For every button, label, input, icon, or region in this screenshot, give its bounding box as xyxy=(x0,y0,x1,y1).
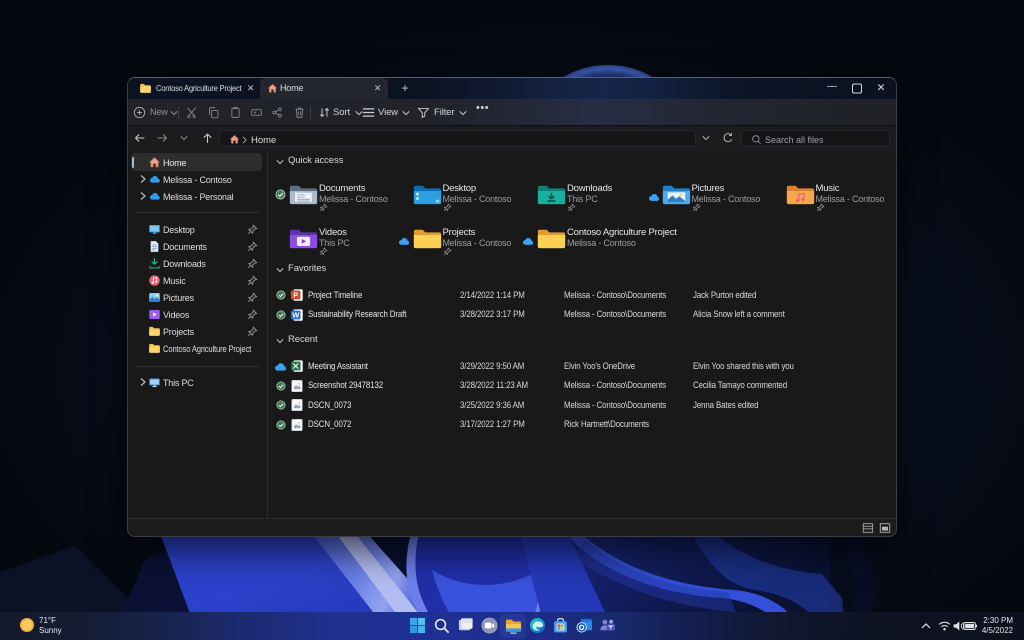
svg-text:W: W xyxy=(292,310,299,319)
svg-text:P: P xyxy=(293,290,298,299)
